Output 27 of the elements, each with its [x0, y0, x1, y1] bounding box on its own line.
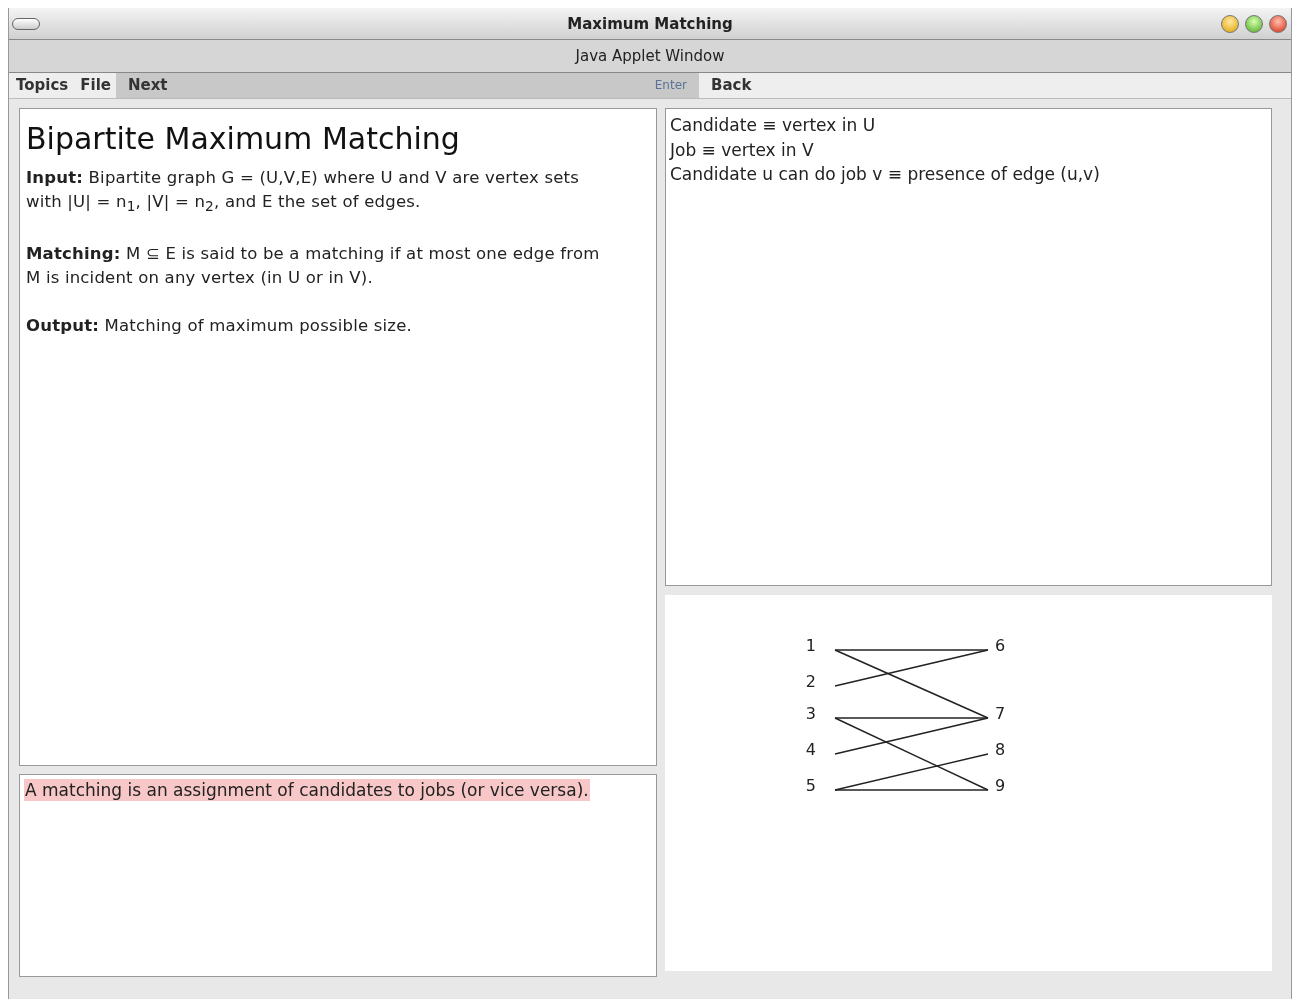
close-button[interactable]	[1269, 14, 1287, 33]
vertex-label: 2	[805, 672, 816, 691]
vertex-label: 8	[994, 740, 1006, 759]
vertex-label: 4	[805, 740, 816, 759]
menu-item[interactable]: File	[73, 73, 116, 98]
toolbar-toggle-icon[interactable]	[12, 17, 40, 30]
definition-line: Candidate u can do job v ≡ presence of edge (u,v)	[669, 163, 1101, 186]
definition-paragraph: Matching: M ⊆ E is said to be a matching if at most one edge from M is incident on any vertex (in U or in V).	[26, 243, 601, 290]
vertex-label: 5	[805, 776, 816, 795]
menu-item[interactable]: Topics	[9, 73, 74, 98]
vertex-label: 6	[994, 636, 1006, 655]
vertex-label: 1	[805, 636, 816, 655]
window-title: Maximum Matching	[567, 14, 733, 33]
vertex-label: 7	[994, 704, 1006, 723]
topic-heading: Bipartite Maximum Matching	[26, 121, 461, 156]
definition-line: Job ≡ vertex in V	[669, 138, 815, 162]
vertex-label: 3	[805, 704, 816, 723]
vertex-label: 9	[994, 776, 1006, 795]
zoom-button[interactable]	[1245, 14, 1263, 33]
minimize-button[interactable]	[1221, 14, 1239, 33]
nav-button[interactable]: Back	[698, 73, 764, 98]
definition-paragraph: Input: Bipartite graph G = (U,V,E) where U and V are vertex sets with |U| = n$_{1}$, |V| = n$_{2}$, and E the set of edges.	[26, 167, 581, 217]
definition-line: Candidate ≡ vertex in U	[669, 114, 877, 137]
applet-caption: Java Applet Window	[575, 47, 725, 65]
definition-paragraph: Output: Matching of maximum possible size.	[26, 315, 414, 338]
nav-button[interactable]: Next	[115, 73, 180, 98]
hint-text: A matching is an assignment of candidates to jobs (or vice versa).	[24, 779, 590, 801]
